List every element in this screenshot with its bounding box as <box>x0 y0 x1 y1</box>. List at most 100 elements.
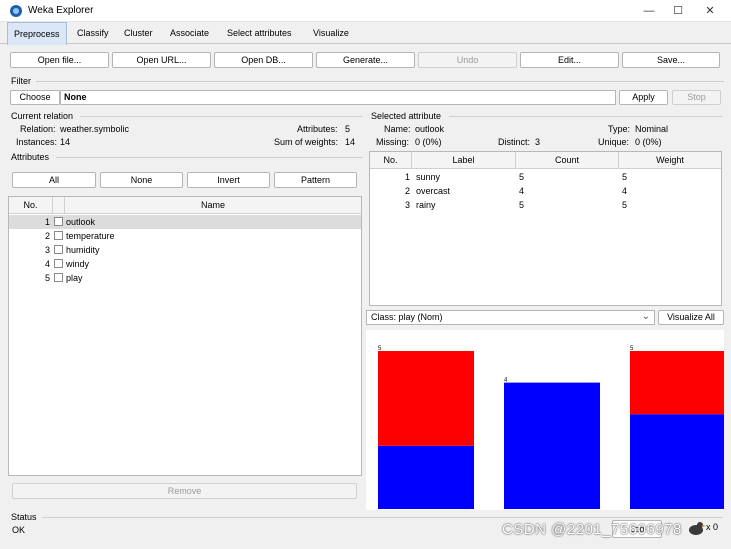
open-db-button[interactable]: Open DB... <box>214 52 313 68</box>
value-count: 4 <box>519 186 525 196</box>
attribute-name: windy <box>66 259 90 269</box>
select-none-button[interactable]: None <box>100 172 183 188</box>
attribute-row[interactable]: 3 humidity <box>9 243 361 257</box>
value-row[interactable]: 2 overcast 4 4 <box>370 184 722 198</box>
value-count: 5 <box>519 200 525 210</box>
pattern-button[interactable]: Pattern <box>274 172 357 188</box>
col-count-header[interactable]: Count <box>516 152 619 169</box>
value-row[interactable]: 3 rainy 5 5 <box>370 198 722 212</box>
tab-select-attributes[interactable]: Select attributes <box>221 22 298 44</box>
selected-attribute-separator <box>449 116 723 117</box>
title-bar: Weka Explorer — ☐ ✕ <box>0 0 731 22</box>
value-no: 2 <box>404 186 410 196</box>
value-label: sunny <box>416 172 441 182</box>
invert-selection-button[interactable]: Invert <box>187 172 270 188</box>
status-section-label: Status <box>11 512 37 522</box>
filter-stop-button[interactable]: Stop <box>672 90 721 105</box>
col-check-header <box>53 197 65 214</box>
attribute-checkbox[interactable] <box>54 273 63 282</box>
attr-missing-value: 0 (0%) <box>415 137 442 147</box>
col-no-header[interactable]: No. <box>9 197 53 214</box>
attributes-separator <box>56 157 363 158</box>
class-select-value: Class: play (Nom) <box>371 312 443 322</box>
filter-choose-button[interactable]: Choose <box>10 90 60 105</box>
attribute-values-table: No. Label Count Weight 1 sunny 5 5 2 ove… <box>369 151 722 306</box>
current-relation-separator <box>80 116 363 117</box>
histogram-svg: 545 <box>378 346 726 509</box>
log-count: x 0 <box>706 522 719 532</box>
sum-of-weights-value: 14 <box>345 137 356 147</box>
attribute-no: 1 <box>44 217 50 227</box>
attribute-row[interactable]: 2 temperature <box>9 229 361 243</box>
save-button[interactable]: Save... <box>622 52 720 68</box>
undo-button[interactable]: Undo <box>418 52 517 68</box>
value-row[interactable]: 1 sunny 5 5 <box>370 170 722 184</box>
relation-value: weather.symbolic <box>60 124 130 134</box>
filter-apply-button[interactable]: Apply <box>619 90 668 105</box>
maximize-button[interactable]: ☐ <box>664 2 692 20</box>
attr-type-value: Nominal <box>635 124 669 134</box>
open-url-button[interactable]: Open URL... <box>112 52 211 68</box>
tab-associate[interactable]: Associate <box>164 22 215 44</box>
col-no-header[interactable]: No. <box>370 152 412 169</box>
generate-button[interactable]: Generate... <box>316 52 415 68</box>
attr-type-label: Type: <box>608 124 631 134</box>
value-count: 5 <box>519 172 525 182</box>
selected-attribute-section-label: Selected attribute <box>371 111 442 121</box>
attributes-table: No. Name 1 outlook 2 temperature 3 humid… <box>8 196 362 476</box>
attr-name-value: outlook <box>415 124 445 134</box>
filter-separator <box>36 81 724 82</box>
histogram-bar-rainy-segment-0 <box>630 351 726 415</box>
attribute-name: humidity <box>66 245 100 255</box>
attribute-checkbox[interactable] <box>54 245 63 254</box>
tab-cluster[interactable]: Cluster <box>118 22 159 44</box>
tab-classify[interactable]: Classify <box>71 22 115 44</box>
window-title: Weka Explorer <box>28 5 94 16</box>
attribute-name: outlook <box>66 217 96 227</box>
attribute-row[interactable]: 5 play <box>9 271 361 285</box>
attr-name-label: Name: <box>384 124 411 134</box>
value-weight: 5 <box>622 200 628 210</box>
filter-section-label: Filter <box>11 76 31 86</box>
status-text: OK <box>12 525 26 535</box>
visualize-all-button[interactable]: Visualize All <box>658 310 724 325</box>
weka-app-icon <box>10 5 22 17</box>
attr-unique-value: 0 (0%) <box>635 137 662 147</box>
col-name-header[interactable]: Name <box>65 197 361 214</box>
attributes-table-header: No. Name <box>9 197 361 214</box>
filter-field[interactable]: None <box>60 90 616 105</box>
attr-unique-label: Unique: <box>598 137 630 147</box>
attribute-row[interactable]: 4 windy <box>9 257 361 271</box>
value-weight: 4 <box>622 186 628 196</box>
value-no: 3 <box>404 200 410 210</box>
attribute-checkbox[interactable] <box>54 259 63 268</box>
value-label: overcast <box>416 186 451 196</box>
tab-preprocess[interactable]: Preprocess <box>7 22 67 45</box>
weka-bird-icon[interactable] <box>686 518 706 538</box>
attr-missing-label: Missing: <box>376 137 410 147</box>
tab-bar: Preprocess Classify Cluster Associate Se… <box>0 22 731 45</box>
open-file-button[interactable]: Open file... <box>10 52 109 68</box>
close-button[interactable]: ✕ <box>696 2 724 20</box>
histogram-bar-sunny-segment-0 <box>378 351 474 446</box>
minimize-button[interactable]: — <box>635 2 663 20</box>
attribute-checkbox[interactable] <box>54 217 63 226</box>
attributes-section-label: Attributes <box>11 152 50 162</box>
histogram-bar-rainy-segment-1 <box>630 414 726 509</box>
remove-button[interactable]: Remove <box>12 483 357 499</box>
attribute-checkbox[interactable] <box>54 231 63 240</box>
col-weight-header[interactable]: Weight <box>619 152 721 169</box>
current-relation-section-label: Current relation <box>11 111 74 121</box>
value-weight: 5 <box>622 172 628 182</box>
attribute-name: play <box>66 273 83 283</box>
class-histogram: 545 <box>366 330 726 510</box>
edit-button[interactable]: Edit... <box>520 52 619 68</box>
relation-label: Relation: <box>20 124 56 134</box>
attribute-no: 3 <box>44 245 50 255</box>
instances-value: 14 <box>60 137 71 147</box>
class-select[interactable]: Class: play (Nom) ⌄ <box>366 310 655 325</box>
col-label-header[interactable]: Label <box>412 152 516 169</box>
select-all-button[interactable]: All <box>12 172 96 188</box>
tab-visualize[interactable]: Visualize <box>307 22 355 44</box>
attribute-row[interactable]: 1 outlook <box>9 215 361 229</box>
